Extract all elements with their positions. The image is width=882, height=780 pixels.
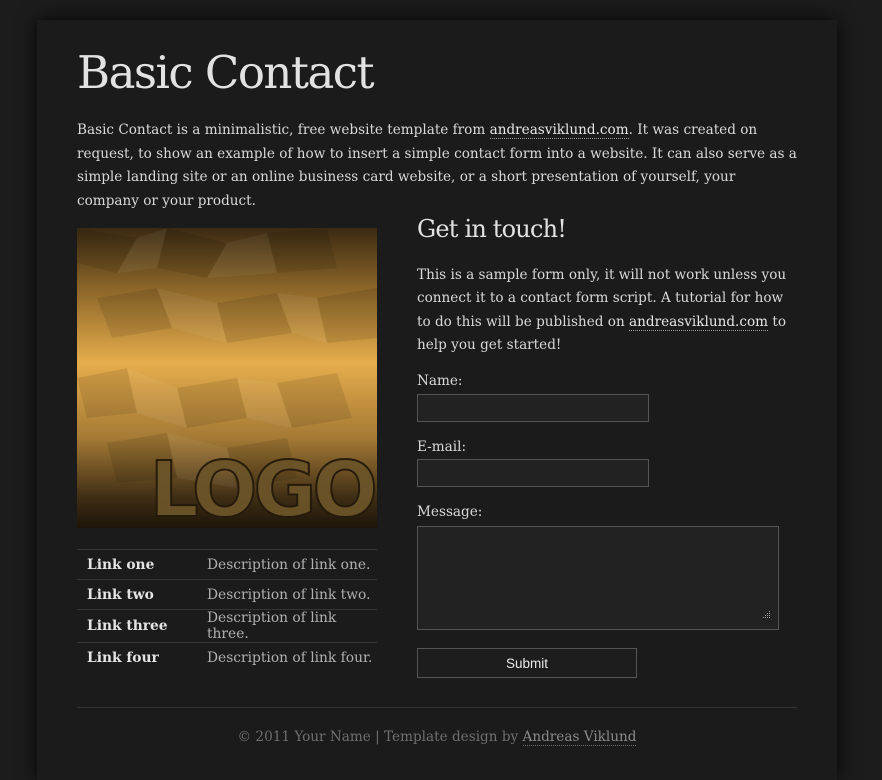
intro-paragraph: Basic Contact is a minimalistic, free we…: [77, 119, 801, 213]
footer-divider: [77, 707, 797, 708]
name-label: Name:: [417, 373, 463, 389]
link-three-description: Description of link three.: [197, 609, 377, 643]
name-input[interactable]: [417, 394, 649, 422]
page-title: Basic Contact: [77, 46, 375, 99]
logo-image: LOGO: [77, 228, 377, 528]
logo-text: LOGO: [150, 446, 375, 528]
table-row: Link one Description of link one.: [77, 549, 377, 580]
link-two-description: Description of link two.: [197, 579, 377, 610]
link-three[interactable]: Link three: [77, 609, 197, 643]
message-textarea[interactable]: [417, 526, 779, 630]
contact-site-link[interactable]: andreasviklund.com: [629, 313, 769, 331]
page-container: Basic Contact Basic Contact is a minimal…: [37, 20, 837, 780]
table-row: Link two Description of link two.: [77, 579, 377, 610]
link-one-description: Description of link one.: [197, 549, 377, 580]
intro-text-start: Basic Contact is a minimalistic, free we…: [77, 122, 490, 138]
link-four-description: Description of link four.: [197, 642, 377, 672]
table-row: Link three Description of link three.: [77, 609, 377, 643]
message-label: Message:: [417, 504, 483, 520]
email-label: E-mail:: [417, 439, 467, 455]
intro-site-link[interactable]: andreasviklund.com: [489, 122, 629, 139]
contact-heading: Get in touch!: [417, 215, 567, 243]
links-table: Link one Description of link one. Link t…: [77, 549, 377, 672]
email-input[interactable]: [417, 459, 649, 487]
link-two[interactable]: Link two: [77, 579, 197, 610]
footer-copyright: © 2011 Your Name | Template design by: [237, 729, 523, 745]
footer-designer-link[interactable]: Andreas Viklund: [522, 729, 637, 746]
table-row: Link four Description of link four.: [77, 642, 377, 672]
footer: © 2011 Your Name | Template design by An…: [37, 729, 837, 746]
link-one[interactable]: Link one: [77, 549, 197, 580]
resize-grip-icon[interactable]: [763, 611, 771, 619]
submit-button[interactable]: Submit: [417, 648, 637, 678]
link-four[interactable]: Link four: [77, 642, 197, 672]
contact-description: This is a sample form only, it will not …: [417, 264, 787, 357]
